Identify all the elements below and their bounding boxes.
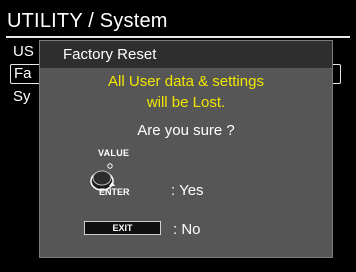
warning-text-line1: All User data & settings [108,73,264,90]
menu-item-label: US [13,43,34,60]
enter-label: ENTER [99,187,130,197]
exit-button[interactable]: EXIT [84,221,161,235]
device-screen: UTILITY / System US Fa Sy Factory Reset … [0,0,356,272]
screen-title: UTILITY / System [7,10,168,32]
warning-text-line2: will be Lost. [146,94,226,111]
menu-item-label: Sy [13,88,31,105]
confirm-question: Are you sure ? [137,122,235,139]
dialog-header: Factory Reset [40,41,332,68]
title-divider [6,36,350,38]
factory-reset-dialog: Factory Reset All User data & settings w… [39,40,333,258]
no-option: : No [173,221,201,238]
yes-option: : Yes [171,182,204,199]
menu-item-label: Fa [14,65,32,82]
value-label: VALUE [98,148,130,158]
dialog-title: Factory Reset [63,46,157,63]
